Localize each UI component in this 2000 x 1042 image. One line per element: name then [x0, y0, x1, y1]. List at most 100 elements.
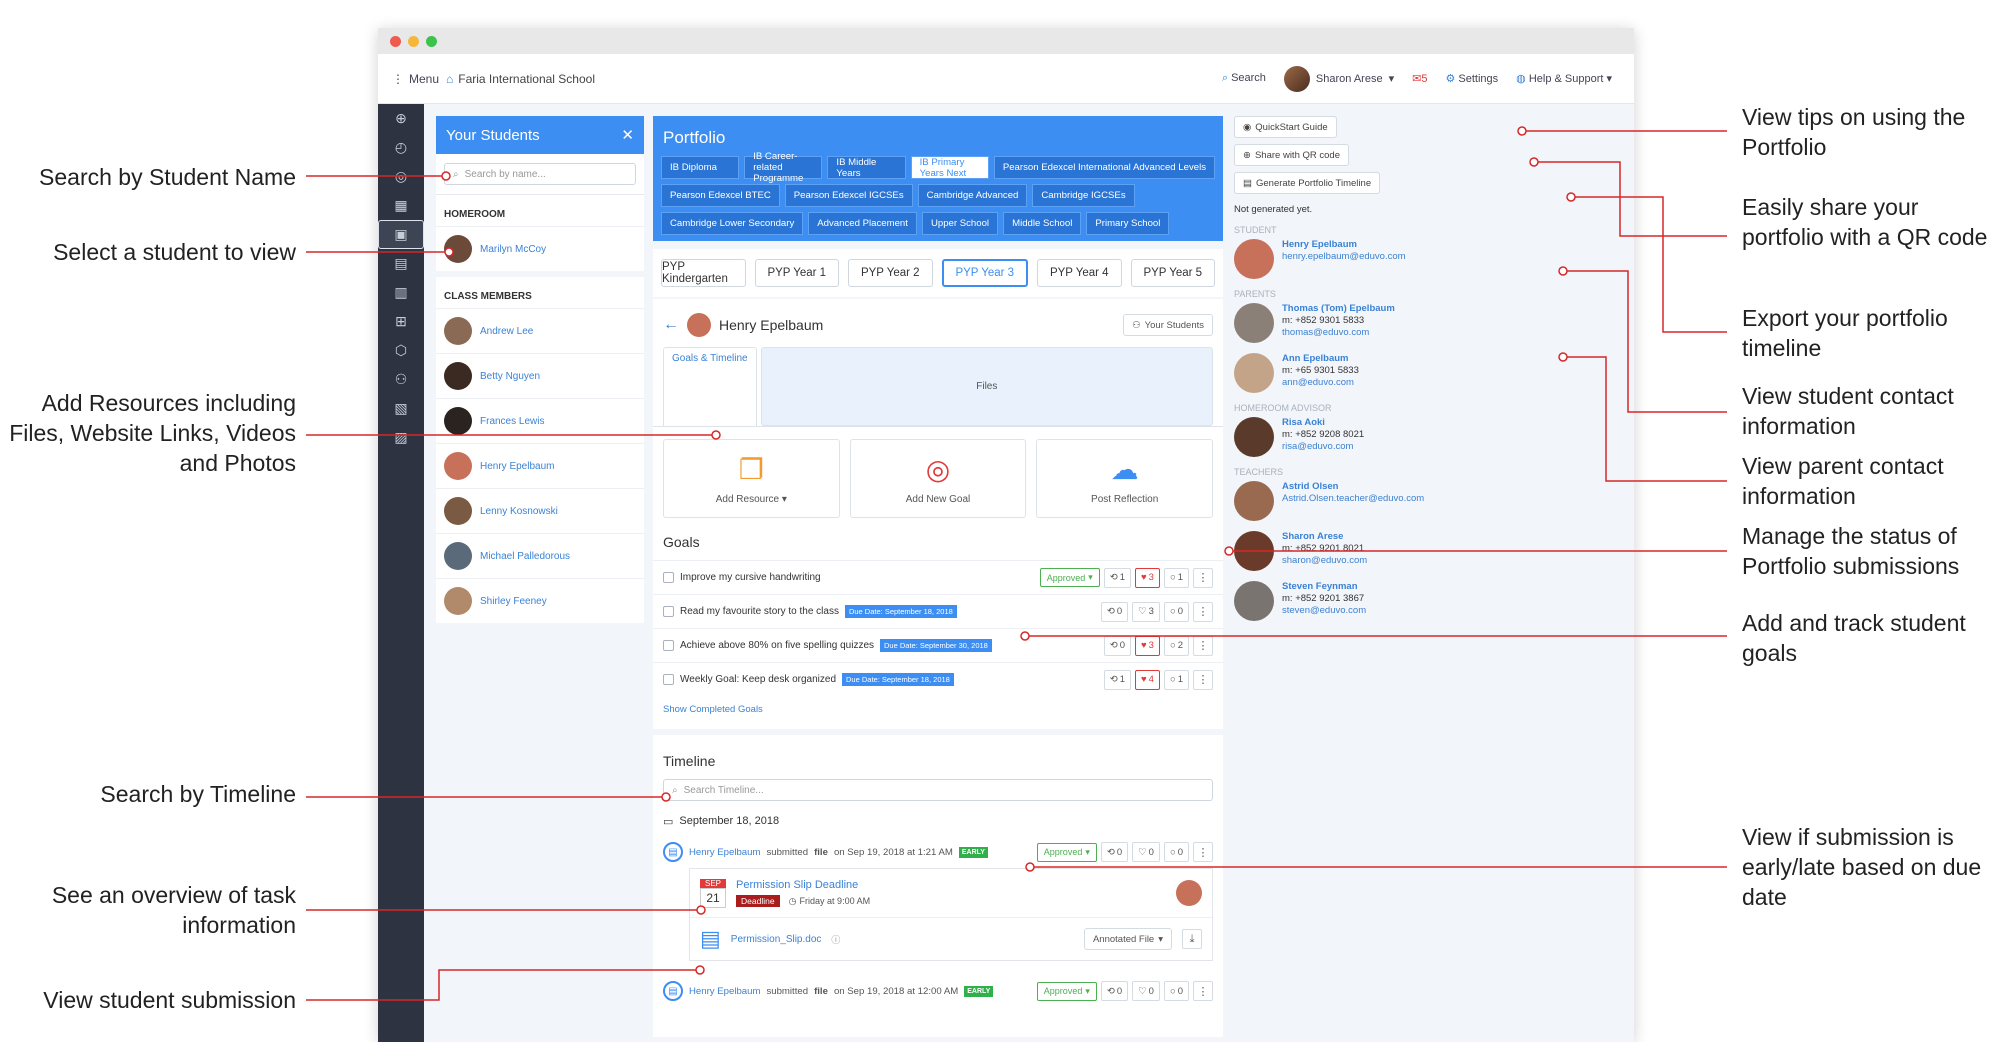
user-menu[interactable]: Sharon Arese ▾ [1283, 65, 1394, 92]
tab-goals-timeline[interactable]: Goals & Timeline [663, 347, 757, 426]
sidebar-add-icon[interactable]: ⊕ [378, 104, 424, 133]
comment-count[interactable]: ○ 0 [1163, 981, 1189, 1001]
list-item[interactable]: Marilyn McCoy [436, 226, 644, 271]
contact-email[interactable]: ann@eduvo.com [1282, 377, 1359, 389]
programme-tag[interactable]: Upper School [921, 212, 999, 235]
student-search-input[interactable]: ⌕ Search by name... [444, 163, 636, 185]
minimize-dot[interactable] [408, 35, 419, 47]
year-tab[interactable]: PYP Year 3 [941, 259, 1028, 287]
annotated-file-dropdown[interactable]: Annotated File ▾ [1083, 928, 1172, 950]
like-count[interactable]: ♡ 0 [1132, 842, 1160, 862]
programme-tag[interactable]: Pearson Edexcel International Advanced L… [993, 156, 1216, 179]
year-tab[interactable]: PYP Year 4 [1037, 259, 1122, 287]
search-button[interactable]: ⌕ Search [1222, 72, 1266, 85]
entry-student-link[interactable]: Henry Epelbaum [689, 986, 760, 997]
task-title-link[interactable]: Permission Slip Deadline [736, 879, 858, 891]
status-dropdown[interactable]: Approved ▾ [1036, 842, 1097, 862]
programme-tag[interactable]: Cambridge Advanced [917, 184, 1028, 207]
share-count[interactable]: ⟲ 1 [1103, 669, 1132, 690]
comment-count[interactable]: ○ 0 [1163, 601, 1189, 622]
list-item[interactable]: Michael Palledorous [436, 533, 644, 578]
comment-count[interactable]: ○ 1 [1163, 669, 1189, 690]
programme-tag[interactable]: IB Career-related Programme [744, 151, 823, 184]
goal-checkbox[interactable] [663, 572, 674, 583]
contact-name[interactable]: Risa Aoki [1282, 417, 1364, 429]
like-count[interactable]: ♥ 4 [1135, 669, 1160, 690]
sidebar-building-icon[interactable]: ▥ [378, 278, 424, 307]
programme-tag[interactable]: Primary School [1086, 212, 1170, 235]
timeline-search-input[interactable]: ⌕ Search Timeline... [663, 779, 1213, 801]
year-tab[interactable]: PYP Year 5 [1130, 259, 1215, 287]
list-item[interactable]: Lenny Kosnowski [436, 488, 644, 533]
comment-count[interactable]: ○ 1 [1163, 567, 1189, 588]
sidebar-book-icon[interactable]: ▤ [378, 249, 424, 278]
programme-tag[interactable]: Cambridge IGCSEs [1032, 184, 1135, 207]
more-icon[interactable]: ⋮ [1193, 567, 1213, 588]
programme-tag[interactable]: Pearson Edexcel IGCSEs [784, 184, 913, 207]
more-icon[interactable]: ⋮ [1193, 635, 1213, 656]
more-icon[interactable]: ⋮ [1193, 669, 1213, 690]
contact-name[interactable]: Thomas (Tom) Epelbaum [1282, 303, 1395, 315]
generate-timeline-button[interactable]: ▤ Generate Portfolio Timeline [1234, 172, 1381, 194]
list-item[interactable]: Andrew Lee [436, 308, 644, 353]
contact-name[interactable]: Sharon Arese [1282, 531, 1367, 543]
comment-count[interactable]: ○ 0 [1163, 842, 1189, 862]
like-count[interactable]: ♡ 3 [1132, 601, 1160, 622]
goal-checkbox[interactable] [663, 640, 674, 651]
programme-tag[interactable]: IB Primary Years Next [910, 156, 989, 179]
quickstart-button[interactable]: ◉ QuickStart Guide [1234, 116, 1337, 138]
comment-count[interactable]: ○ 2 [1163, 635, 1189, 656]
menu-button[interactable]: ⋮ Menu [378, 72, 439, 86]
sidebar-dashboard-icon[interactable]: ◴ [378, 133, 424, 162]
sidebar-target-icon[interactable]: ◎ [378, 162, 424, 191]
back-arrow-icon[interactable]: ← [663, 316, 679, 334]
contact-email[interactable]: steven@eduvo.com [1282, 605, 1366, 617]
programme-tag[interactable]: IB Diploma [661, 156, 740, 179]
entry-student-link[interactable]: Henry Epelbaum [689, 847, 760, 858]
help-button[interactable]: ◍ Help & Support ▾ [1516, 72, 1612, 85]
list-item[interactable]: Frances Lewis [436, 398, 644, 443]
show-completed-link[interactable]: Show Completed Goals [653, 696, 1223, 729]
status-dropdown[interactable]: Approved ▾ [1036, 981, 1097, 1001]
goal-checkbox[interactable] [663, 606, 674, 617]
close-icon[interactable]: ✕ [621, 126, 634, 144]
tab-files[interactable]: Files [760, 347, 1213, 426]
list-item[interactable]: Henry Epelbaum [436, 443, 644, 488]
qr-share-button[interactable]: ⊕ Share with QR code [1234, 144, 1349, 166]
status-dropdown[interactable]: Approved ▾ [1039, 568, 1100, 587]
settings-button[interactable]: ⚙ Settings [1445, 72, 1498, 85]
share-count[interactable]: ⟲ 1 [1103, 567, 1132, 588]
submission-file-link[interactable]: Permission_Slip.doc [731, 934, 822, 945]
maximize-dot[interactable] [426, 35, 437, 47]
like-count[interactable]: ♥ 3 [1135, 567, 1160, 588]
programme-tag[interactable]: Pearson Edexcel BTEC [661, 184, 780, 207]
share-count[interactable]: ⟲ 0 [1100, 842, 1129, 862]
like-count[interactable]: ♥ 3 [1135, 635, 1160, 656]
mail-button[interactable]: ✉5 [1412, 72, 1427, 85]
share-count[interactable]: ⟲ 0 [1100, 601, 1129, 622]
programme-tag[interactable]: IB Middle Years [827, 156, 906, 179]
add-goal-button[interactable]: ◎ Add New Goal [849, 439, 1027, 518]
sidebar-org-icon[interactable]: ⊞ [378, 307, 424, 336]
year-tab[interactable]: PYP Year 1 [754, 259, 839, 287]
sidebar-users-icon[interactable]: ⚇ [378, 365, 424, 394]
add-resource-button[interactable]: ❐ Add Resource ▾ [663, 439, 840, 518]
year-tab[interactable]: PYP Year 2 [848, 259, 933, 287]
more-icon[interactable]: ⋮ [1193, 601, 1213, 622]
year-tab[interactable]: PYP Kindergarten [661, 259, 746, 287]
list-item[interactable]: Betty Nguyen [436, 353, 644, 398]
your-students-button[interactable]: ⚇ Your Students [1123, 314, 1213, 336]
contact-name[interactable]: Henry Epelbaum [1282, 239, 1406, 251]
contact-name[interactable]: Ann Epelbaum [1282, 353, 1359, 365]
more-icon[interactable]: ⋮ [1193, 981, 1213, 1001]
sidebar-chart-icon[interactable]: ▦ [378, 191, 424, 220]
contact-name[interactable]: Steven Feynman [1282, 581, 1366, 593]
post-reflection-button[interactable]: ☁ Post Reflection [1036, 439, 1214, 518]
programme-tag[interactable]: Middle School [1003, 212, 1082, 235]
more-icon[interactable]: ⋮ [1193, 842, 1213, 862]
school-link[interactable]: ⌂ Faria International School [446, 72, 595, 86]
contact-name[interactable]: Astrid Olsen [1282, 481, 1424, 493]
sidebar-cube-icon[interactable]: ⬡ [378, 336, 424, 365]
contact-email[interactable]: Astrid.Olsen.teacher@eduvo.com [1282, 493, 1424, 505]
like-count[interactable]: ♡ 0 [1132, 981, 1160, 1001]
